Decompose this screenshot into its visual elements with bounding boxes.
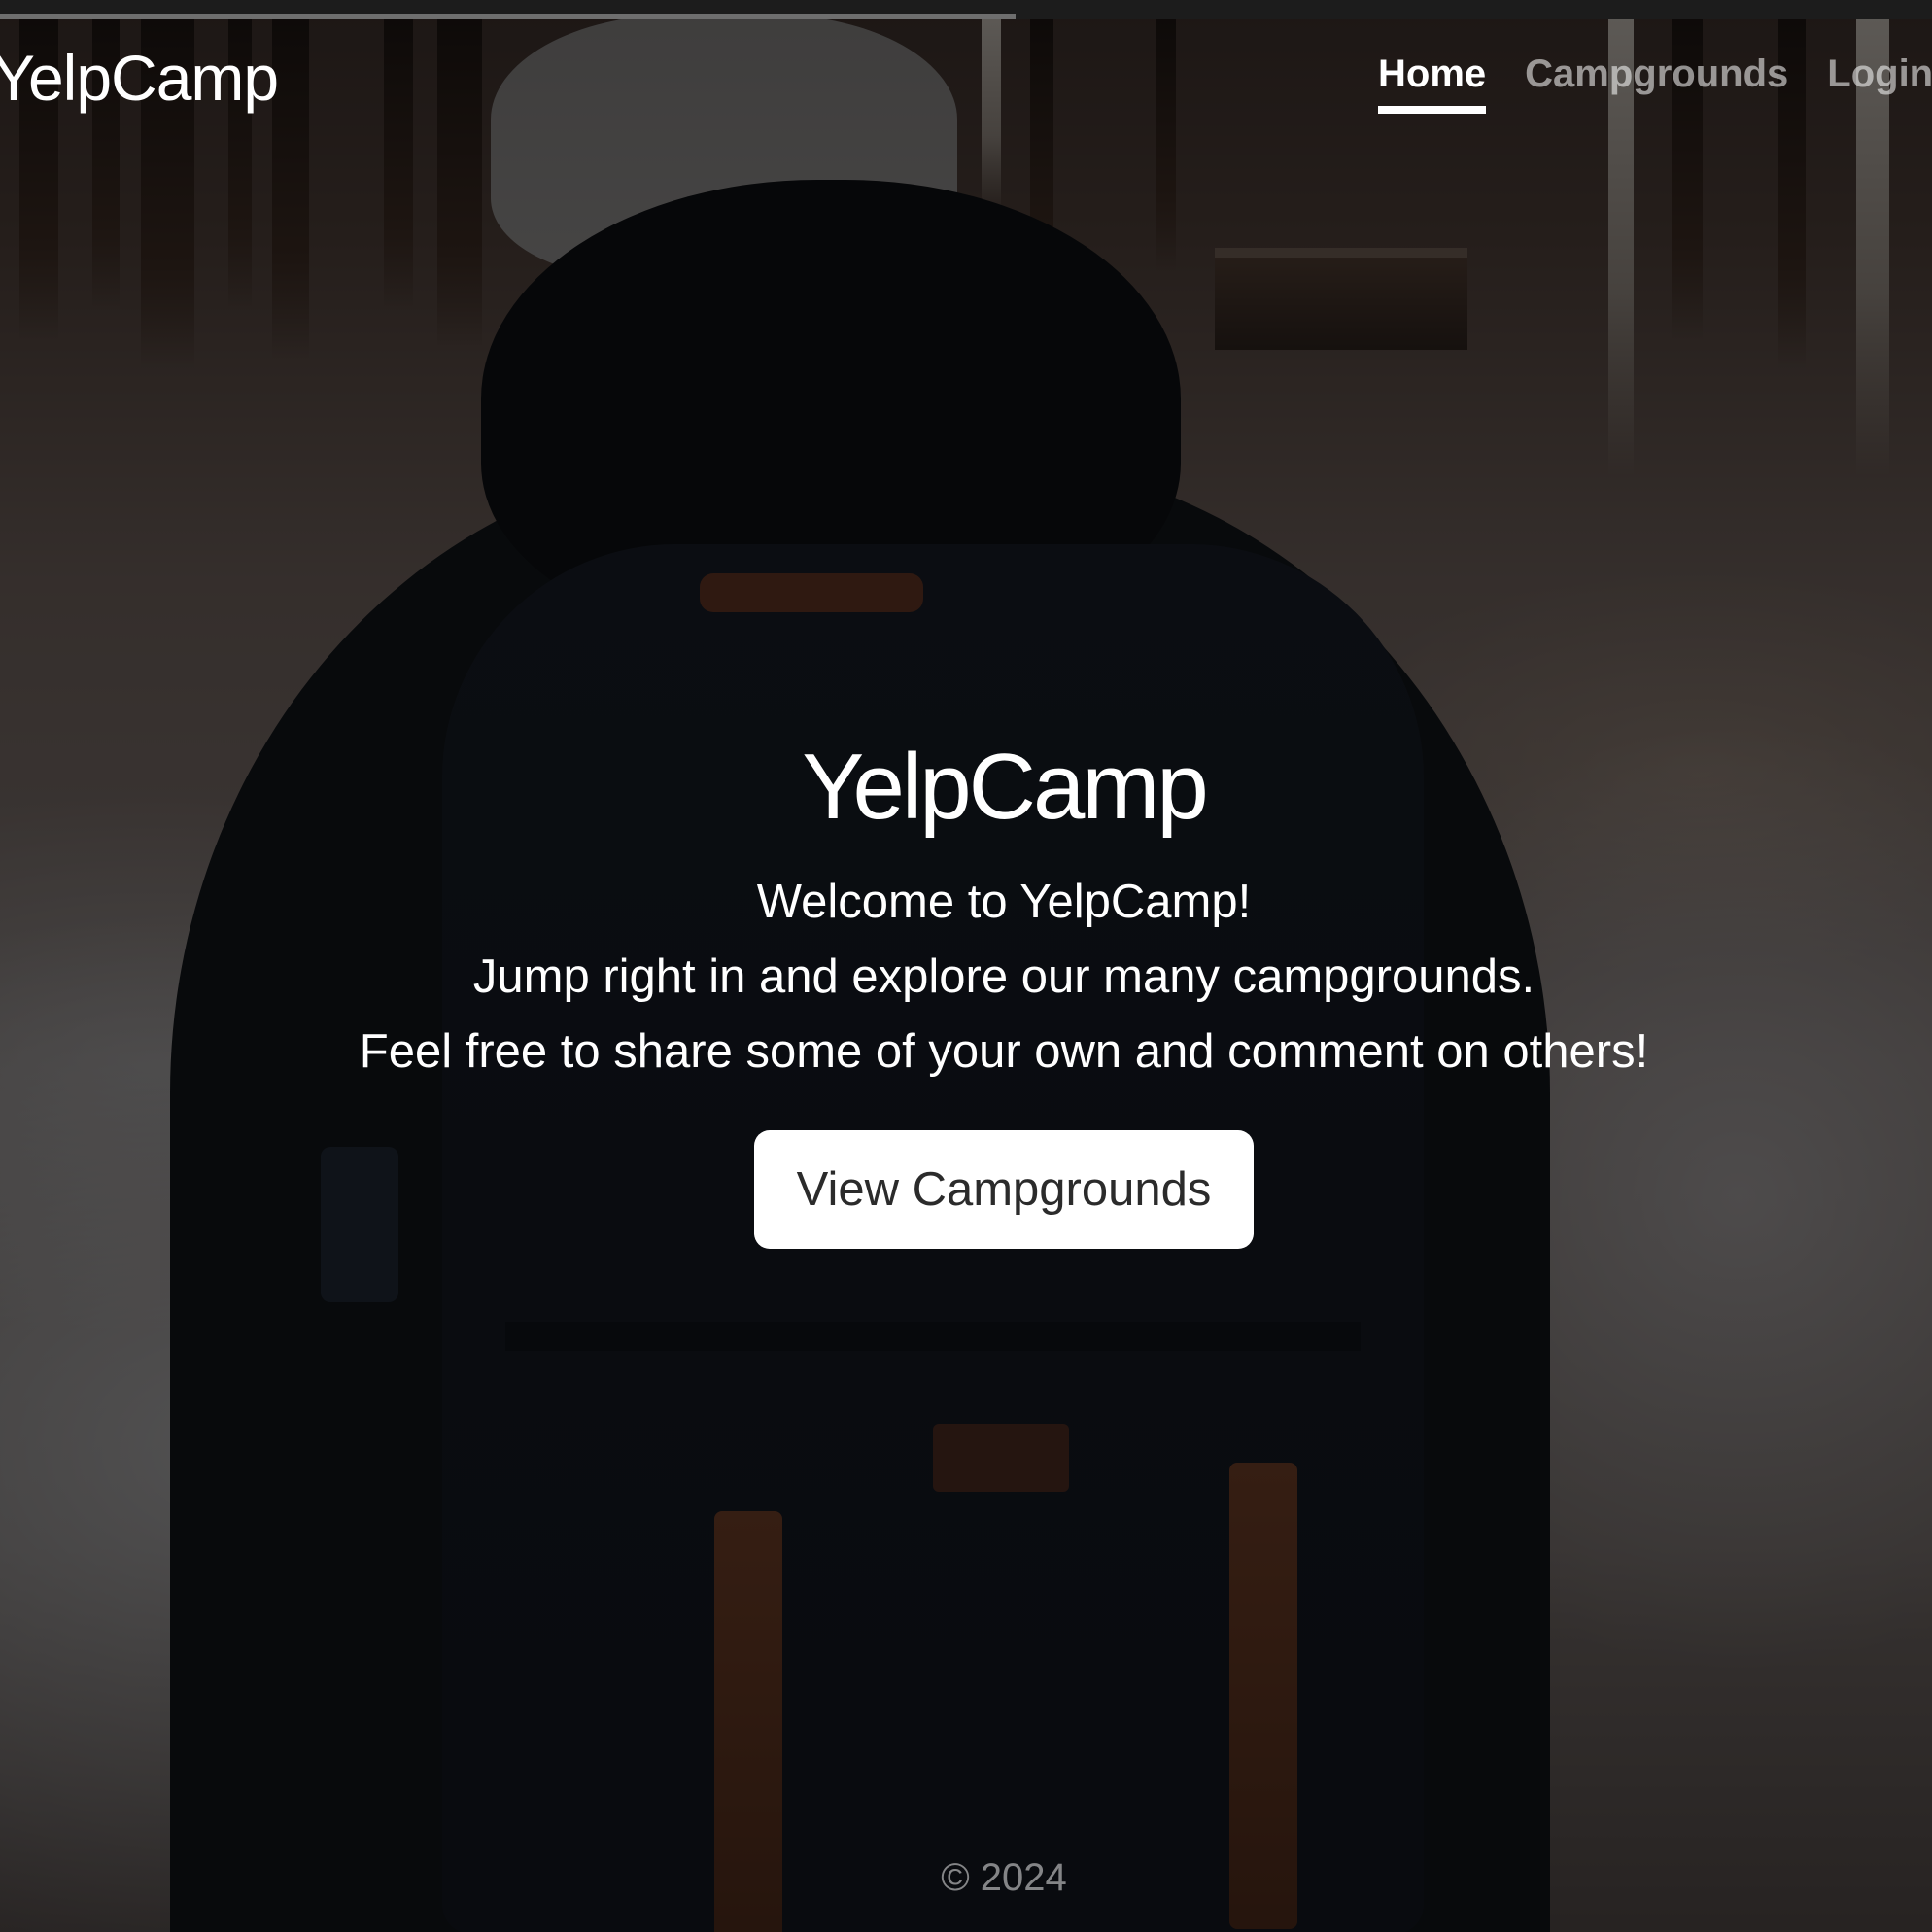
main-nav: Home Campgrounds Login bbox=[1378, 52, 1932, 114]
hero-title: YelpCamp bbox=[802, 735, 1208, 839]
hero-section: YelpCamp Welcome to YelpCamp! Jump right… bbox=[0, 729, 1932, 1249]
brand-logo[interactable]: YelpCamp bbox=[0, 41, 279, 115]
view-campgrounds-button[interactable]: View Campgrounds bbox=[753, 1130, 1255, 1249]
nav-link-login[interactable]: Login bbox=[1827, 52, 1932, 114]
landing-page: YelpCamp Home Campgrounds Login YelpCamp… bbox=[0, 0, 1932, 1932]
hero-explore-text: Jump right in and explore our many campg… bbox=[472, 950, 1535, 1003]
hero-share-text: Feel free to share some of your own and … bbox=[359, 1025, 1649, 1078]
loading-progress-bar bbox=[0, 14, 1016, 19]
nav-link-campgrounds[interactable]: Campgrounds bbox=[1525, 52, 1788, 114]
nav-link-home[interactable]: Home bbox=[1378, 52, 1487, 114]
footer-copyright: © 2024 bbox=[941, 1856, 1067, 1899]
hero-welcome-text: Welcome to YelpCamp! bbox=[756, 876, 1252, 928]
